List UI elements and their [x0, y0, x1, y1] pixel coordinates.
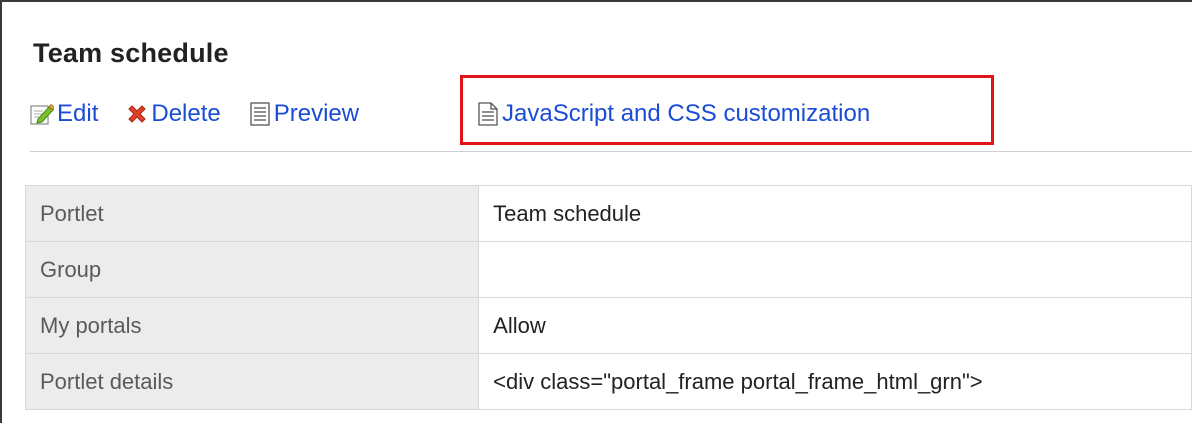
- delete-button[interactable]: Delete: [126, 100, 221, 128]
- table-row: Portlet details <div class="portal_frame…: [24, 353, 1192, 410]
- js-css-customization-label: JavaScript and CSS customization: [502, 100, 871, 127]
- property-value: Team schedule: [478, 185, 1192, 242]
- document-icon: [249, 102, 271, 126]
- table-row: Group: [24, 241, 1192, 298]
- property-value: [478, 241, 1192, 298]
- edit-button[interactable]: Edit: [30, 100, 98, 128]
- toolbar: Edit Delete Preview: [30, 94, 359, 134]
- preview-label: Preview: [273, 100, 360, 127]
- edit-icon: [30, 102, 54, 126]
- table-row: Portlet Team schedule: [24, 185, 1192, 242]
- property-label: Portlet: [24, 185, 480, 242]
- edit-label: Edit: [57, 100, 99, 127]
- js-css-customization-button[interactable]: JavaScript and CSS customization: [477, 94, 870, 134]
- page-title: Team schedule: [33, 38, 229, 68]
- property-value: <div class="portal_frame portal_frame_ht…: [478, 353, 1192, 410]
- property-value: Allow: [478, 297, 1192, 354]
- document-icon: [477, 102, 499, 126]
- properties-table: Portlet Team schedule Group My portals A…: [24, 185, 1192, 410]
- divider: [30, 151, 1192, 152]
- delete-label: Delete: [151, 100, 221, 127]
- property-label: Portlet details: [24, 353, 480, 410]
- table-row: My portals Allow: [24, 297, 1192, 354]
- delete-icon: [126, 103, 148, 125]
- property-label: My portals: [24, 297, 480, 354]
- property-label: Group: [24, 241, 480, 298]
- preview-button[interactable]: Preview: [249, 100, 359, 128]
